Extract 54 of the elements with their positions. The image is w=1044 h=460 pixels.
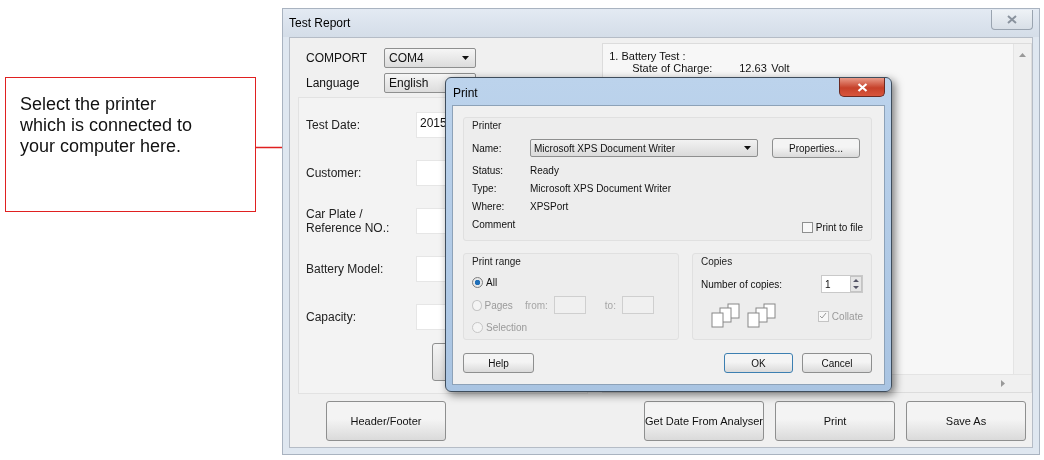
field-label: Capacity: xyxy=(306,310,358,324)
close-icon xyxy=(856,82,868,92)
from-label: from: xyxy=(525,299,548,311)
report-label: State of Charge: xyxy=(632,62,714,74)
field-label: Test Date: xyxy=(306,118,362,132)
callout-text: Select the printer which is connected to your computer here. xyxy=(5,77,256,212)
report-value: 12.63 xyxy=(739,62,768,74)
help-button[interactable]: Help xyxy=(463,353,534,373)
header-footer-button[interactable]: Header/Footer xyxy=(326,401,446,441)
info-value: Microsoft XPS Document Writer xyxy=(530,182,671,194)
group-title: Print range xyxy=(472,256,522,267)
group-title: Copies xyxy=(701,256,734,267)
dropdown-caret-icon xyxy=(462,56,469,60)
info-label: Status: xyxy=(472,164,505,176)
close-icon xyxy=(1007,15,1017,24)
info-value: XPSPort xyxy=(530,200,569,212)
printer-dropdown[interactable]: Microsoft XPS Document Writer xyxy=(530,139,758,157)
checkbox-label: Collate xyxy=(831,310,863,322)
field-label: Battery Model: xyxy=(306,262,385,276)
spin-arrows-icon[interactable] xyxy=(850,276,862,292)
report-unit: Volt xyxy=(771,62,790,74)
report-heading: 1. Battery Test : xyxy=(609,50,686,62)
name-label: Name: xyxy=(472,142,503,154)
ok-button[interactable]: OK xyxy=(724,353,793,373)
setting-label: Language xyxy=(306,76,361,90)
to-label: to: xyxy=(604,299,616,311)
properties-button[interactable]: Properties... xyxy=(772,138,860,158)
radio-button[interactable] xyxy=(472,276,483,288)
action-button[interactable]: Get Date From Analyser xyxy=(644,401,764,441)
setting-dropdown[interactable]: COM4 xyxy=(384,48,476,68)
window-title: Test Report xyxy=(289,16,351,30)
radio-label: Selection xyxy=(486,322,529,334)
scroll-up-icon[interactable] xyxy=(1019,53,1026,57)
dropdown-caret-icon xyxy=(744,146,751,150)
radio-label: All xyxy=(486,276,499,288)
field-label: Car Plate / Reference NO.: xyxy=(306,207,391,235)
scroll-right-icon[interactable] xyxy=(1001,380,1005,387)
info-value: Ready xyxy=(530,164,559,176)
radio-label: Pages xyxy=(484,299,514,311)
info-label: Where: xyxy=(472,200,506,212)
print-to-file-checkbox[interactable] xyxy=(801,221,813,233)
copies-label: Number of copies: xyxy=(701,278,783,290)
group-title: Printer xyxy=(472,120,503,131)
cancel-button[interactable]: Cancel xyxy=(802,353,872,373)
vertical-scrollbar[interactable] xyxy=(1013,44,1031,375)
action-button[interactable]: Print xyxy=(775,401,895,441)
action-button[interactable]: Save As xyxy=(906,401,1026,441)
info-label: Type: xyxy=(472,182,498,194)
info-label: Comment xyxy=(472,218,517,230)
checkbox-label: Print to file xyxy=(815,221,863,233)
close-button[interactable] xyxy=(839,78,885,97)
copies-spinner[interactable]: 1 xyxy=(821,275,863,293)
setting-label: COMPORT xyxy=(306,51,369,65)
field-label: Customer: xyxy=(306,166,363,180)
